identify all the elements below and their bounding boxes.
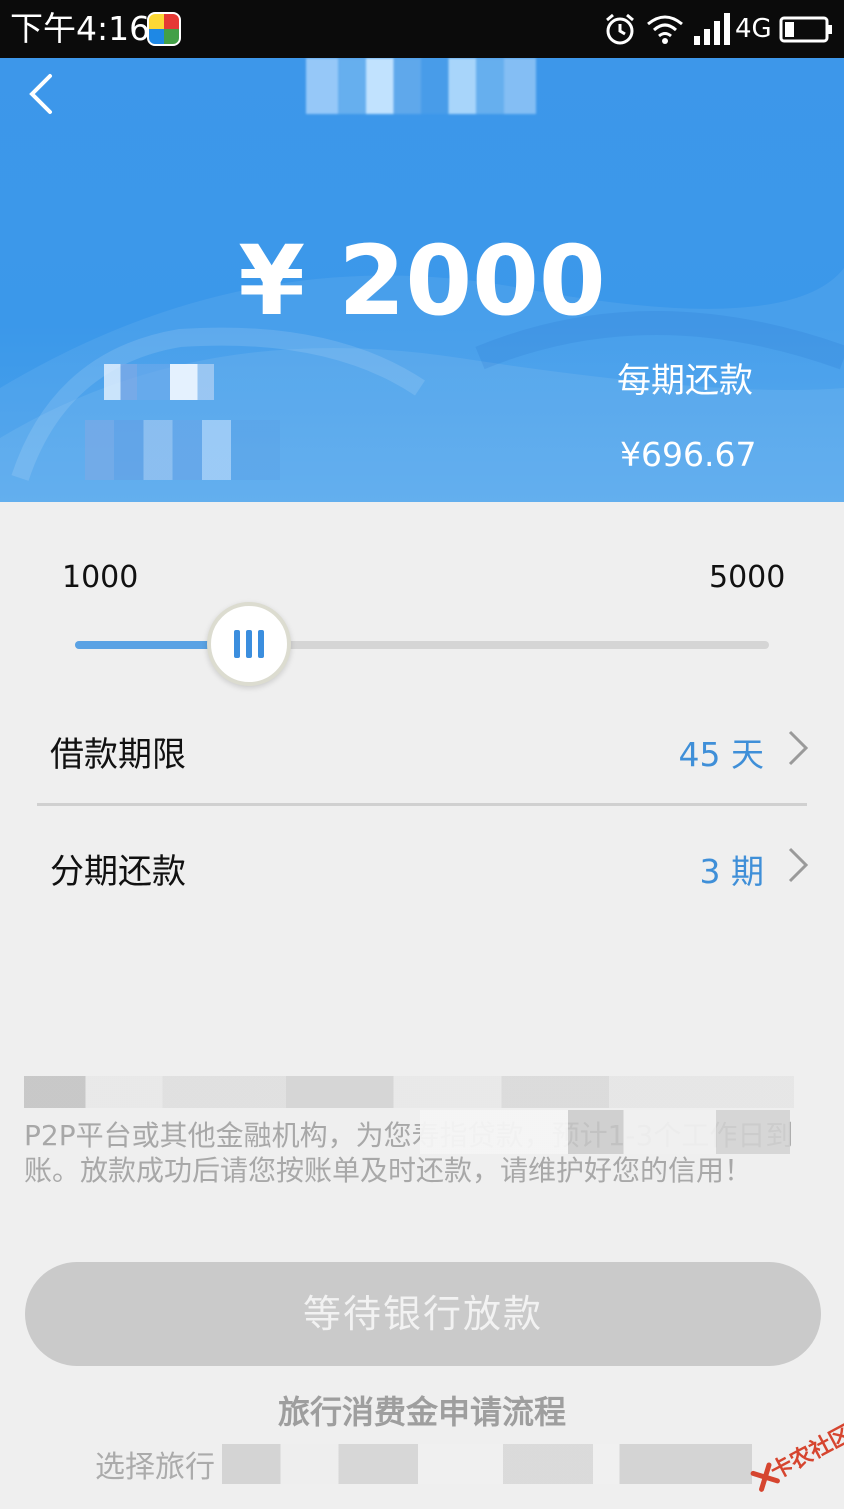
installments-label: 分期还款: [50, 852, 186, 892]
amount-slider-track[interactable]: [75, 641, 769, 649]
alarm-icon: [606, 13, 634, 45]
chevron-right-icon: [788, 730, 809, 766]
status-time: 下午4:16: [10, 9, 151, 48]
amount-slider-handle[interactable]: [206, 602, 291, 686]
slider-max-label: 5000: [709, 560, 786, 595]
per-period-label: 每期还款: [617, 361, 753, 401]
loan-term-value: 45 天: [678, 735, 764, 774]
wifi-icon: [647, 15, 683, 44]
network-type: 4G: [735, 14, 772, 44]
slider-min-label: 1000: [62, 560, 139, 595]
grip-icon: [233, 630, 264, 658]
signal-icon: [694, 13, 730, 45]
app-icon: [147, 12, 181, 46]
loan-amount: ¥ 2000: [238, 225, 606, 337]
chevron-right-icon: [788, 847, 809, 883]
loan-term-label: 借款期限: [50, 735, 186, 775]
battery-icon: [779, 16, 832, 43]
rate-value-redacted: [85, 420, 280, 480]
watermark-text: 卡农社区: [766, 1421, 844, 1485]
per-period-value: ¥696.67: [620, 435, 757, 474]
installments-value: 3 期: [699, 852, 765, 891]
process-redacted: [222, 1444, 752, 1484]
process-title: 旅行消费金申请流程: [277, 1393, 566, 1431]
divider: [37, 803, 807, 806]
page-title-redacted: [306, 58, 536, 114]
process-step-text: 选择旅行: [95, 1450, 215, 1485]
wait-bank-disbursement-button[interactable]: 等待银行放款: [25, 1262, 821, 1366]
status-bar: 下午4:16 4G: [0, 0, 844, 58]
loan-header: ¥ 2000 每期还款 ¥696.67: [0, 58, 844, 502]
rate-label-redacted: [104, 364, 214, 400]
notice-redacted-patch: [420, 1110, 790, 1154]
notice-redacted-line: [24, 1076, 794, 1108]
back-button[interactable]: [22, 72, 66, 116]
